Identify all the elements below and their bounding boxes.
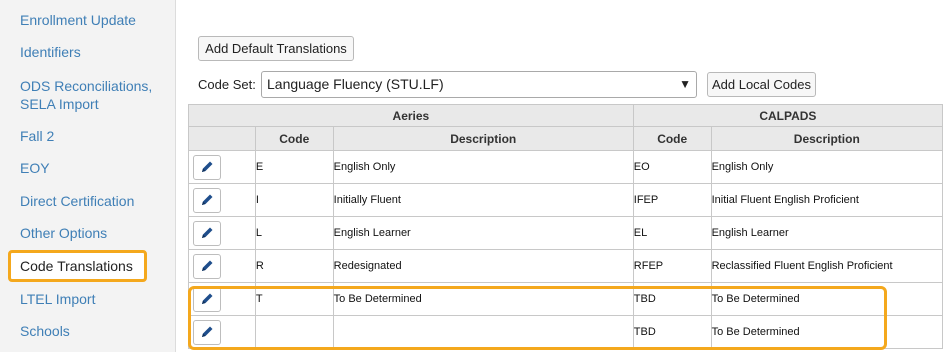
code-set-select[interactable]: Language Fluency (STU.LF) ▼ (261, 71, 697, 98)
calpads-group-header: CALPADS (632, 104, 943, 127)
calpads-code-cell: EO (632, 150, 712, 184)
sidebar-item-enrollment-update[interactable]: Enrollment Update (20, 11, 136, 29)
sidebar-item-other-options[interactable]: Other Options (20, 224, 107, 242)
calpads-code-cell: TBD (632, 282, 712, 316)
calpads-description-cell: Initial Fluent English Proficient (710, 183, 943, 217)
edit-button[interactable] (193, 286, 221, 312)
code-set-value: Language Fluency (STU.LF) (267, 76, 444, 92)
aeries-description-cell: To Be Determined (332, 282, 634, 316)
calpads-description-cell: To Be Determined (710, 282, 943, 316)
edit-button[interactable] (193, 253, 221, 279)
calpads-description-cell: English Learner (710, 216, 943, 250)
aeries-description-header: Description (332, 126, 634, 151)
calpads-description-header: Description (710, 126, 943, 151)
aeries-code-cell (254, 315, 334, 349)
calpads-code-cell: RFEP (632, 249, 712, 283)
pencil-icon (202, 161, 213, 172)
calpads-code-cell: EL (632, 216, 712, 250)
table-row: R Redesignated RFEP Reclassified Fluent … (188, 249, 943, 283)
table-row: TBD To Be Determined (188, 315, 943, 349)
aeries-code-cell: I (254, 183, 334, 217)
main-panel: Add Default Translations Code Set: Langu… (177, 0, 943, 352)
sidebar-item-ltel-import[interactable]: LTEL Import (20, 290, 95, 308)
edit-button[interactable] (193, 187, 221, 213)
sidebar-item-code-translations[interactable]: Code Translations (20, 257, 133, 275)
pencil-icon (202, 194, 213, 205)
edit-button[interactable] (193, 220, 221, 246)
aeries-code-cell: E (254, 150, 334, 184)
sidebar-item-eoy[interactable]: EOY (20, 159, 50, 177)
add-default-translations-button[interactable]: Add Default Translations (198, 36, 354, 61)
table-row: T To Be Determined TBD To Be Determined (188, 282, 943, 316)
calpads-code-cell: IFEP (632, 183, 712, 217)
aeries-code-cell: L (254, 216, 334, 250)
edit-column-header (188, 126, 256, 151)
table-row: E English Only EO English Only (188, 150, 943, 184)
sidebar: Enrollment Update Identifiers ODS Reconc… (0, 0, 176, 352)
edit-button[interactable] (193, 319, 221, 345)
calpads-description-cell: Reclassified Fluent English Proficient (710, 249, 943, 283)
aeries-group-header: Aeries (188, 104, 634, 127)
table-row: I Initially Fluent IFEP Initial Fluent E… (188, 183, 943, 217)
pencil-icon (202, 227, 213, 238)
add-local-codes-button[interactable]: Add Local Codes (707, 72, 816, 97)
sidebar-item-ods-reconciliations[interactable]: ODS Reconciliations, SELA Import (20, 77, 160, 113)
code-set-label: Code Set: (198, 77, 256, 92)
aeries-description-cell: English Learner (332, 216, 634, 250)
pencil-icon (202, 260, 213, 271)
sidebar-item-schools[interactable]: Schools (20, 322, 70, 340)
pencil-icon (202, 293, 213, 304)
edit-button[interactable] (193, 154, 221, 180)
dropdown-arrow-icon: ▼ (679, 77, 691, 91)
calpads-description-cell: English Only (710, 150, 943, 184)
calpads-description-cell: To Be Determined (710, 315, 943, 349)
sidebar-item-identifiers[interactable]: Identifiers (20, 43, 81, 61)
pencil-icon (202, 326, 213, 337)
aeries-description-cell: Redesignated (332, 249, 634, 283)
aeries-code-cell: R (254, 249, 334, 283)
calpads-code-header: Code (632, 126, 712, 151)
calpads-code-cell: TBD (632, 315, 712, 349)
aeries-description-cell: English Only (332, 150, 634, 184)
aeries-code-cell: T (254, 282, 334, 316)
aeries-code-header: Code (254, 126, 334, 151)
sidebar-item-fall-2[interactable]: Fall 2 (20, 127, 54, 145)
aeries-description-cell (332, 315, 634, 349)
sidebar-item-direct-certification[interactable]: Direct Certification (20, 192, 134, 210)
table-row: L English Learner EL English Learner (188, 216, 943, 250)
translations-table: Aeries CALPADS Code Description Code Des… (188, 104, 943, 349)
aeries-description-cell: Initially Fluent (332, 183, 634, 217)
